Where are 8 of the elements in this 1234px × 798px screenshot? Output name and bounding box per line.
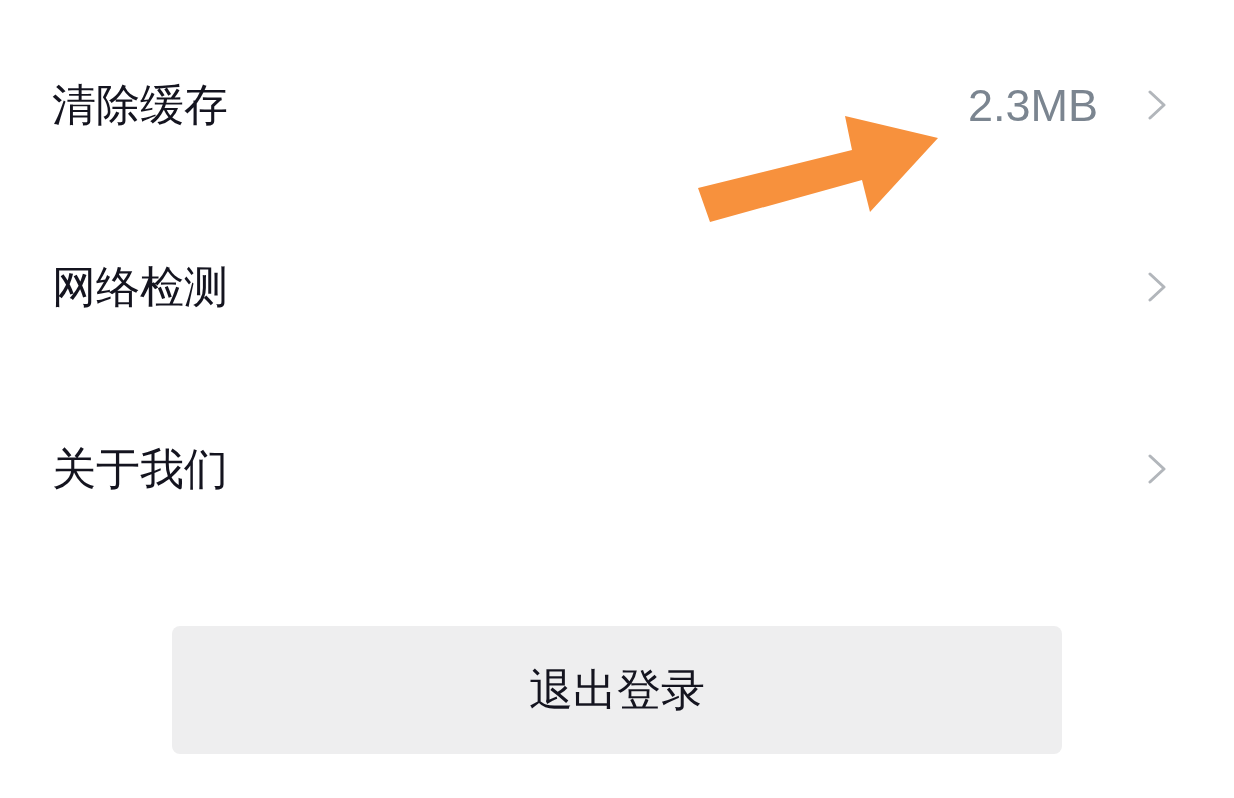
- settings-item-value: 2.3MB: [967, 82, 1098, 128]
- settings-item-label[interactable]: 网络检测: [52, 265, 228, 309]
- chevron-right-icon[interactable]: [1148, 454, 1166, 484]
- settings-item-label[interactable]: 清除缓存: [52, 83, 228, 127]
- chevron-right-icon[interactable]: [1148, 272, 1166, 302]
- chevron-right-icon[interactable]: [1148, 90, 1166, 120]
- settings-item-label[interactable]: 关于我们: [52, 447, 228, 491]
- logout-button[interactable]: 退出登录: [172, 626, 1062, 754]
